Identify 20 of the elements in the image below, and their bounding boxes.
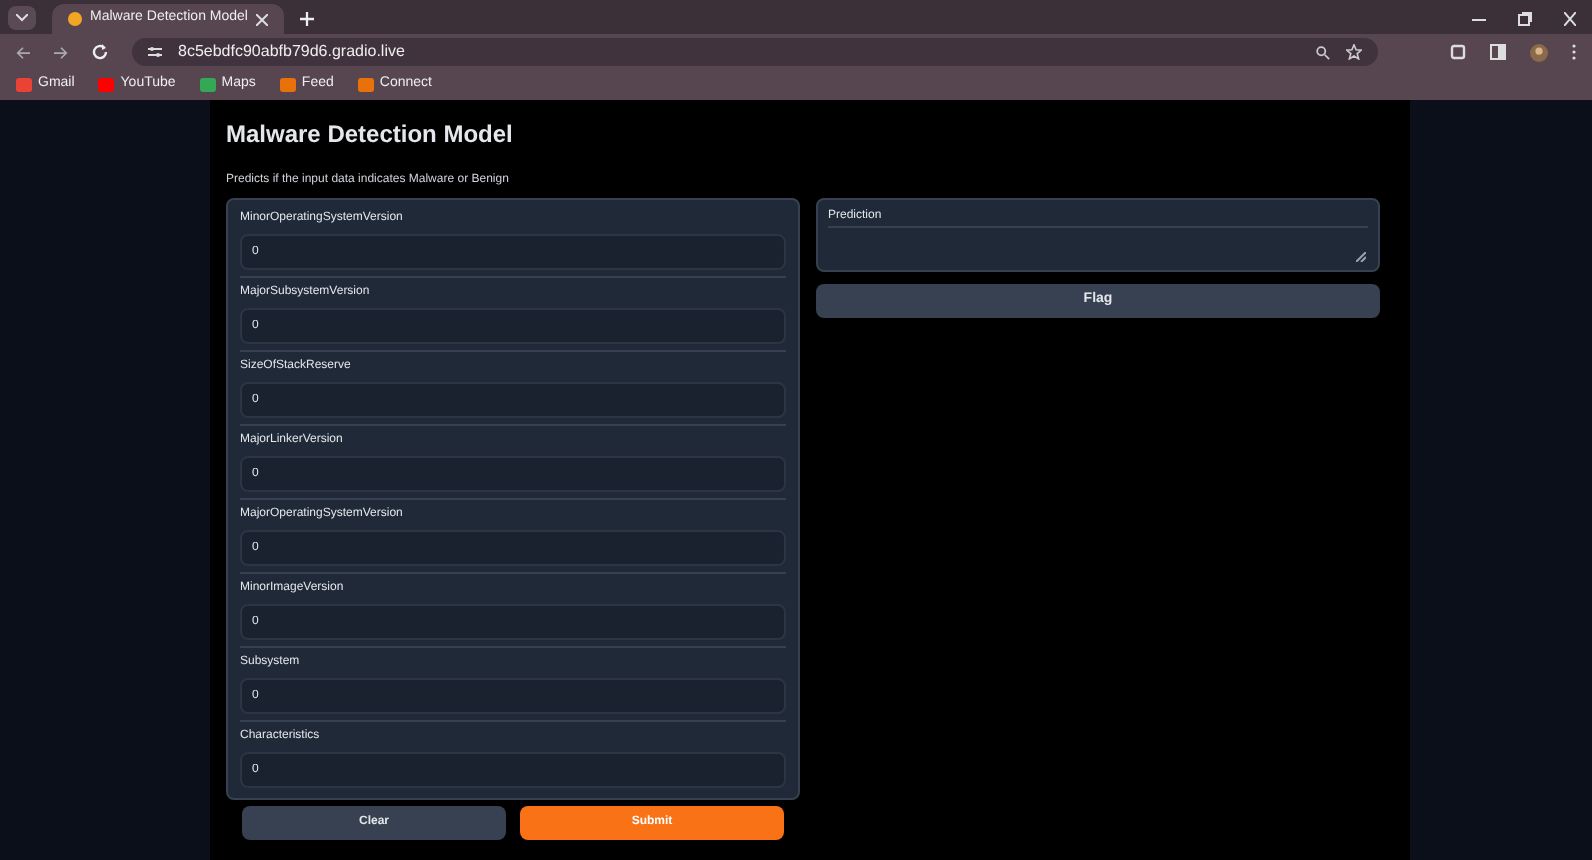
close-window-icon[interactable] [1564,12,1576,26]
page-title: Malware Detection Model [226,120,515,148]
url-text: 8c5ebdfc90abfb79d6.gradio.live [178,40,407,64]
extensions-icon[interactable] [1450,44,1466,60]
side-panel-icon[interactable] [1490,44,1506,60]
forward-icon[interactable] [54,45,68,59]
star-icon[interactable] [1346,44,1362,60]
address-bar[interactable]: 8c5ebdfc90abfb79d6.gradio.live [132,38,1378,66]
resize-handle-icon[interactable] [1356,252,1366,262]
new-tab-icon[interactable] [300,12,314,26]
reload-icon[interactable] [92,44,108,60]
restore-icon[interactable] [1518,12,1532,26]
zoom-icon[interactable] [1316,45,1330,59]
back-icon[interactable] [16,45,30,59]
site-settings-icon[interactable] [148,46,162,58]
favicon-icon [68,12,82,26]
tab-list-icon[interactable] [8,6,36,30]
profile-avatar-icon[interactable] [1530,43,1548,61]
minimize-icon[interactable] [1472,17,1486,21]
close-icon[interactable] [256,13,268,25]
